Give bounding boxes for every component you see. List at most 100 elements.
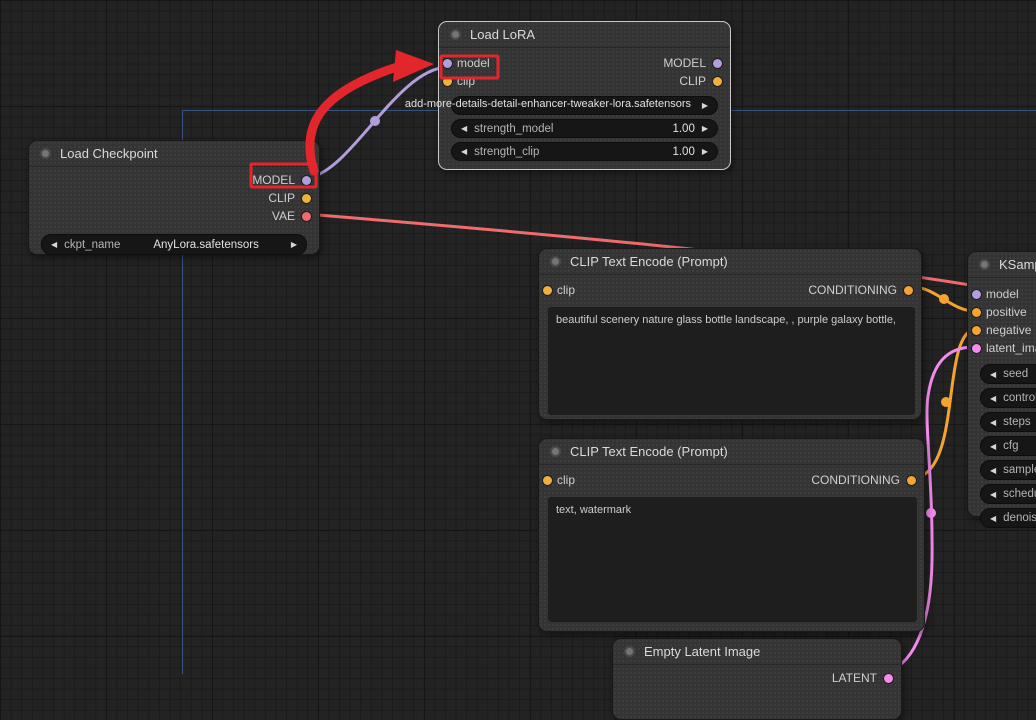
node-title: Load Checkpoint <box>60 146 158 161</box>
graph-canvas[interactable]: { "canvas": { "bg_color": "#232323", "gr… <box>0 0 1036 674</box>
node-title: Empty Latent Image <box>644 644 760 659</box>
widget-label: cfg <box>1003 440 1018 452</box>
lora-name-widget[interactable]: add-more-details-detail-enhancer-tweaker… <box>451 96 718 115</box>
decrement-arrow-icon[interactable] <box>51 236 57 253</box>
input-slot-clip: clip CONDITIONING <box>539 471 924 489</box>
widget-label: sampler_name <box>1003 464 1036 476</box>
node-clip-text-encode-positive[interactable]: CLIP Text Encode (Prompt) clip CONDITION… <box>538 248 922 420</box>
input-slot-positive: positive <box>968 303 1036 321</box>
widget-label: strength_clip <box>474 146 539 158</box>
clip-slot-dot[interactable] <box>302 194 311 203</box>
clip-slot-dot[interactable] <box>713 77 722 86</box>
conditioning-slot-dot[interactable] <box>972 326 981 335</box>
increment-arrow-icon[interactable] <box>702 120 708 137</box>
decrement-arrow-icon[interactable] <box>990 486 996 503</box>
node-load-lora[interactable]: Load LoRA model MODEL clip CLIP add-more… <box>438 21 731 170</box>
node-status-dot <box>979 259 990 270</box>
input-slot-model: model MODEL <box>439 54 730 72</box>
input-slot-clip: clip CLIP <box>439 72 730 90</box>
slot-label: CONDITIONING <box>811 471 900 489</box>
strength-clip-widget[interactable]: strength_clip 1.00 <box>451 142 718 161</box>
sampler-name-widget[interactable]: sampler_name <box>980 460 1036 480</box>
slot-label: MODEL <box>663 54 706 72</box>
decrement-arrow-icon[interactable] <box>461 143 467 160</box>
strength-model-widget[interactable]: strength_model 1.00 <box>451 119 718 138</box>
slot-label: positive <box>986 305 1027 319</box>
conditioning-slot-dot[interactable] <box>907 476 916 485</box>
output-slot-clip: CLIP <box>29 189 319 207</box>
increment-arrow-icon[interactable] <box>702 143 708 160</box>
clip-slot-dot[interactable] <box>443 77 452 86</box>
control-after-generate-widget[interactable]: control_after_generate <box>980 388 1036 408</box>
widget-value: add-more-details-detail-enhancer-tweaker… <box>405 98 691 110</box>
widget-label: seed <box>1003 368 1028 380</box>
input-slot-negative: negative <box>968 321 1036 339</box>
prompt-textarea[interactable]: text, watermark <box>548 497 917 622</box>
latent-slot-dot[interactable] <box>972 344 981 353</box>
output-slot-vae: VAE <box>29 207 319 225</box>
widget-label: control_after_generate <box>1003 392 1036 404</box>
slot-label: clip <box>557 473 575 487</box>
vae-slot-dot[interactable] <box>302 212 311 221</box>
node-clip-text-encode-negative[interactable]: CLIP Text Encode (Prompt) clip CONDITION… <box>538 438 925 632</box>
widget-label: steps <box>1003 416 1031 428</box>
widget-value: 1.00 <box>672 123 694 135</box>
decrement-arrow-icon[interactable] <box>990 462 996 479</box>
slot-label: model <box>457 56 490 70</box>
decrement-arrow-icon[interactable] <box>990 390 996 407</box>
input-slot-model: model <box>968 285 1036 303</box>
clip-slot-dot[interactable] <box>543 286 552 295</box>
model-slot-dot[interactable] <box>972 290 981 299</box>
decrement-arrow-icon[interactable] <box>990 414 996 431</box>
seed-widget[interactable]: seed <box>980 364 1036 384</box>
prompt-textarea[interactable]: beautiful scenery nature glass bottle la… <box>548 307 915 415</box>
node-title: Load LoRA <box>470 27 535 42</box>
decrement-arrow-icon[interactable] <box>990 438 996 455</box>
node-status-dot <box>550 256 561 267</box>
model-slot-dot[interactable] <box>713 59 722 68</box>
increment-arrow-icon[interactable] <box>291 236 297 253</box>
decrement-arrow-icon[interactable] <box>990 366 996 383</box>
scheduler-widget[interactable]: scheduler <box>980 484 1036 504</box>
widget-value: AnyLora.safetensors <box>153 239 258 251</box>
slot-label: CLIP <box>679 72 706 90</box>
output-slot-model: MODEL <box>29 171 319 189</box>
widget-value: 1.00 <box>672 146 694 158</box>
node-status-dot <box>550 446 561 457</box>
slot-label: clip <box>557 283 575 297</box>
conditioning-slot-dot[interactable] <box>972 308 981 317</box>
slot-label: VAE <box>272 209 295 223</box>
model-slot-dot[interactable] <box>302 176 311 185</box>
decrement-arrow-icon[interactable] <box>990 510 996 527</box>
model-slot-dot[interactable] <box>443 59 452 68</box>
slot-label: CLIP <box>268 191 295 205</box>
cfg-widget[interactable]: cfg <box>980 436 1036 456</box>
node-empty-latent-image[interactable]: Empty Latent Image LATENT <box>612 638 902 720</box>
slot-label: MODEL <box>252 173 295 187</box>
slot-label: latent_image <box>986 341 1036 355</box>
node-title: CLIP Text Encode (Prompt) <box>570 444 728 459</box>
node-status-dot <box>624 646 635 657</box>
latent-slot-dot[interactable] <box>884 674 893 683</box>
slot-label: LATENT <box>832 671 877 685</box>
node-title: CLIP Text Encode (Prompt) <box>570 254 728 269</box>
node-load-checkpoint[interactable]: Load Checkpoint MODEL CLIP VAE ckpt_name… <box>28 140 320 255</box>
input-slot-clip: clip CONDITIONING <box>539 281 921 299</box>
slot-label: negative <box>986 323 1031 337</box>
ckpt-name-widget[interactable]: ckpt_name AnyLora.safetensors <box>41 234 307 255</box>
steps-widget[interactable]: steps <box>980 412 1036 432</box>
widget-label: strength_model <box>474 123 553 135</box>
node-title: KSampler <box>999 257 1036 272</box>
slot-label: CONDITIONING <box>808 281 897 299</box>
widget-label: denoise <box>1003 512 1036 524</box>
clip-slot-dot[interactable] <box>543 476 552 485</box>
node-ksampler[interactable]: KSampler model positive negative latent_… <box>967 251 1036 517</box>
decrement-arrow-icon[interactable] <box>461 120 467 137</box>
input-slot-latent-image: latent_image <box>968 339 1036 357</box>
slot-label: model <box>986 287 1019 301</box>
widget-label: ckpt_name <box>64 239 120 251</box>
denoise-widget[interactable]: denoise <box>980 508 1036 528</box>
increment-arrow-icon[interactable] <box>702 97 708 114</box>
conditioning-slot-dot[interactable] <box>904 286 913 295</box>
node-status-dot <box>40 148 51 159</box>
